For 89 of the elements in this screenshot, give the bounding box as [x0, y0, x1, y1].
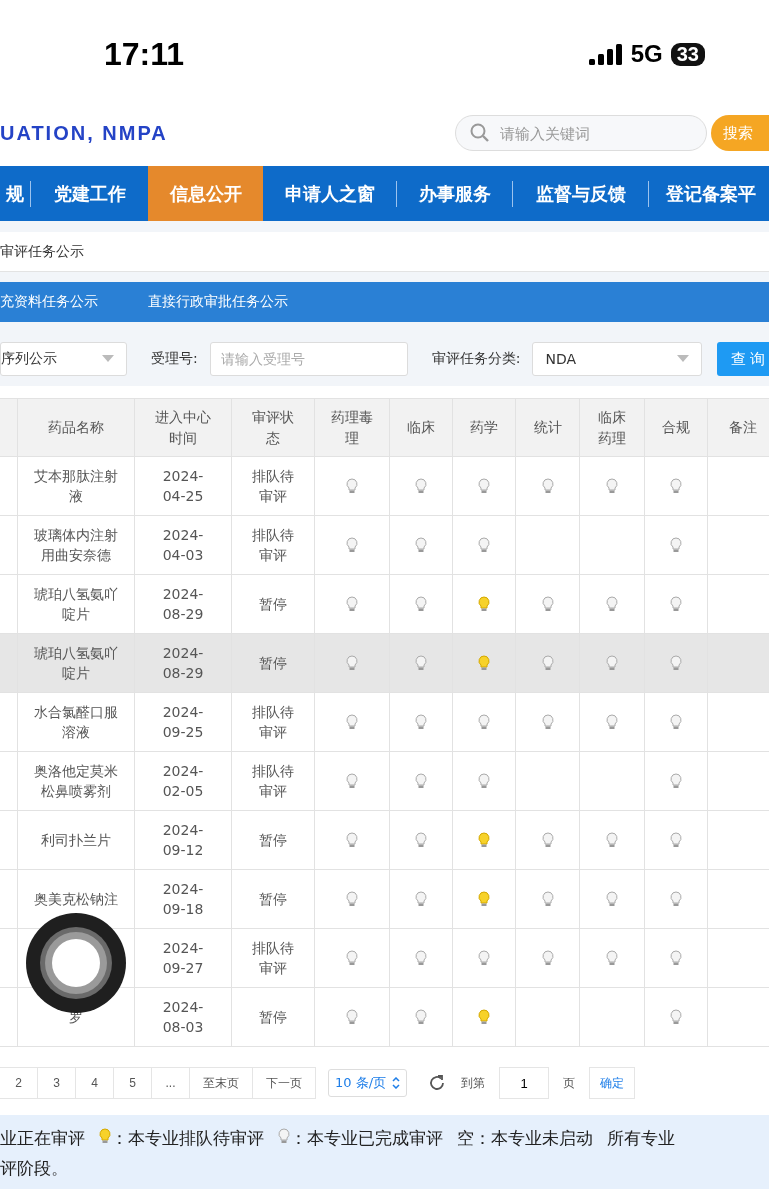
status-cell-text: 暂停	[258, 1007, 288, 1027]
table-row[interactable]: 玻璃体内注射用曲安奈德 2024-04-03 排队待审评	[0, 516, 769, 575]
legend-text: ：本专业已完成审评	[290, 1128, 443, 1148]
status-cell-text: 排队待审评	[252, 702, 294, 742]
legend-text: 业正在审评	[0, 1128, 85, 1148]
legend-text: ：本专业排队待审评	[111, 1128, 264, 1148]
page-button[interactable]: 5	[113, 1067, 152, 1099]
goto-label: 到第	[461, 1074, 486, 1092]
nav-tab[interactable]: 办事服务	[397, 166, 512, 221]
signal-icon	[588, 43, 623, 65]
legend-text: 所有专业	[607, 1128, 675, 1148]
confirm-button[interactable]: 确定	[589, 1067, 636, 1099]
date-cell-text: 2024-08-29	[161, 584, 205, 624]
table-row[interactable]: 艾本那肽注射液 2024-04-25 排队待审评	[0, 457, 769, 516]
goto-page-field[interactable]: 1	[499, 1067, 550, 1099]
drug-name-cell-text: 玻璃体内注射用曲安奈德	[34, 525, 118, 565]
page-size-select[interactable]: 10 条/页	[328, 1069, 408, 1097]
status-cell-text: 暂停	[258, 889, 288, 909]
table-row[interactable]: 奥洛他定莫米松鼻喷雾剂 2024-02-05 排队待审评	[0, 752, 769, 811]
table-row[interactable]: 琥珀八氢氨吖啶片 2024-08-29 暂停	[0, 575, 769, 634]
column-header: 进入中心时间	[155, 407, 211, 448]
column-header: 统计	[533, 418, 562, 437]
table-row[interactable]: 奥美克松钠注 2024-09-18 暂停	[0, 870, 769, 929]
page-suffix: 页	[563, 1074, 576, 1092]
drug-name-cell-text: 奥美克松钠注	[34, 889, 118, 909]
caret-icon	[102, 355, 114, 363]
drug-name-cell-text: 艾本那肽注射液	[34, 466, 118, 506]
column-header: 审评状态	[252, 407, 294, 448]
date-cell-text: 2024-09-18	[161, 879, 205, 919]
breadcrumb-title: 审评任务公示	[0, 242, 84, 261]
nav-tab[interactable]: 登记备案平	[649, 166, 769, 221]
status-cell-text: 暂停	[258, 653, 288, 673]
status-cell-text: 排队待审评	[252, 761, 294, 801]
column-header: 临床药理	[598, 407, 626, 448]
status-cell-text: 排队待审评	[252, 466, 294, 506]
column-header: 药理毒理	[331, 407, 373, 448]
date-cell-text: 2024-09-27	[161, 938, 205, 978]
sequence-select[interactable]: 序列公示	[0, 342, 127, 376]
caret-icon	[677, 355, 690, 363]
drug-name-cell-text: 奥洛他定莫米松鼻喷雾剂	[34, 761, 118, 801]
search-field[interactable]: 请输入关键词	[455, 115, 707, 151]
status-time: 17:11	[104, 35, 185, 73]
drug-name-cell-text: 利司扑兰片	[40, 830, 112, 850]
date-cell-text: 2024-09-25	[161, 702, 205, 742]
column-header: 合规	[662, 418, 690, 437]
date-cell-text: 2024-04-03	[161, 525, 205, 565]
subtab-link[interactable]: 直接行政审批任务公示	[148, 293, 288, 311]
page-button[interactable]: 2	[0, 1067, 38, 1099]
network-label: 5G	[630, 40, 663, 68]
page-button[interactable]: 4	[75, 1067, 114, 1099]
legend-text: 评阶段。	[0, 1158, 68, 1178]
date-cell-text: 2024-02-05	[161, 761, 205, 801]
last-page-button[interactable]: 至末页	[189, 1067, 253, 1099]
updown-icon	[392, 1077, 401, 1089]
column-header: 备注	[728, 418, 757, 437]
date-cell-text: 2024-08-03	[161, 997, 205, 1037]
table-row[interactable]: 利司扑兰片 2024-09-12 暂停	[0, 811, 769, 870]
category-label: 审评任务分类:	[431, 350, 521, 368]
search-input[interactable]: 请输入关键词	[498, 123, 678, 143]
category-select[interactable]: NDA	[532, 342, 703, 376]
legend-text: 空：本专业未启动	[457, 1128, 593, 1148]
status-cell-text: 暂停	[258, 594, 288, 614]
column-header: 药学	[470, 418, 498, 437]
date-cell-text: 2024-09-12	[161, 820, 205, 860]
nav-tab[interactable]: 申请人之窗	[263, 166, 396, 221]
drug-name-cell-text: 琥珀八氢氨吖啶片	[34, 584, 118, 624]
table-row[interactable]: 水合氯醛口服溶液 2024-09-25 排队待审评	[0, 693, 769, 752]
accept-number-field[interactable]: 请输入受理号	[209, 342, 408, 376]
table-row[interactable]: 琥珀八氢氨吖啶片 2024-08-29 暂停	[0, 634, 769, 693]
column-header: 临床	[407, 418, 435, 437]
drug-name-cell-text: 琥珀八氢氨吖啶片	[34, 643, 118, 683]
nav-tab[interactable]: 党建工作	[31, 166, 148, 221]
drug-name-cell-text: 水合氯醛口服溶液	[34, 702, 118, 742]
date-cell-text: 2024-04-25	[161, 466, 205, 506]
site-logo-text: UATION, NMPA	[0, 121, 168, 145]
nav-tab[interactable]: 规	[0, 166, 30, 221]
status-cell-text: 排队待审评	[252, 938, 294, 978]
nav-tab[interactable]: 监督与反馈	[513, 166, 648, 221]
subtab-link[interactable]: 充资料任务公示	[0, 293, 98, 311]
page-button[interactable]: 3	[37, 1067, 76, 1099]
search-icon	[470, 123, 490, 143]
status-cell-text: 排队待审评	[252, 525, 294, 565]
status-cell-text: 暂停	[258, 830, 288, 850]
next-page-button[interactable]: 下一页	[252, 1067, 316, 1099]
column-header: 药品名称	[48, 418, 104, 437]
page-button[interactable]: ...	[151, 1067, 190, 1099]
battery-level: 33	[670, 42, 705, 66]
date-cell-text: 2024-08-29	[161, 643, 205, 683]
accept-number-label: 受理号:	[151, 350, 198, 368]
